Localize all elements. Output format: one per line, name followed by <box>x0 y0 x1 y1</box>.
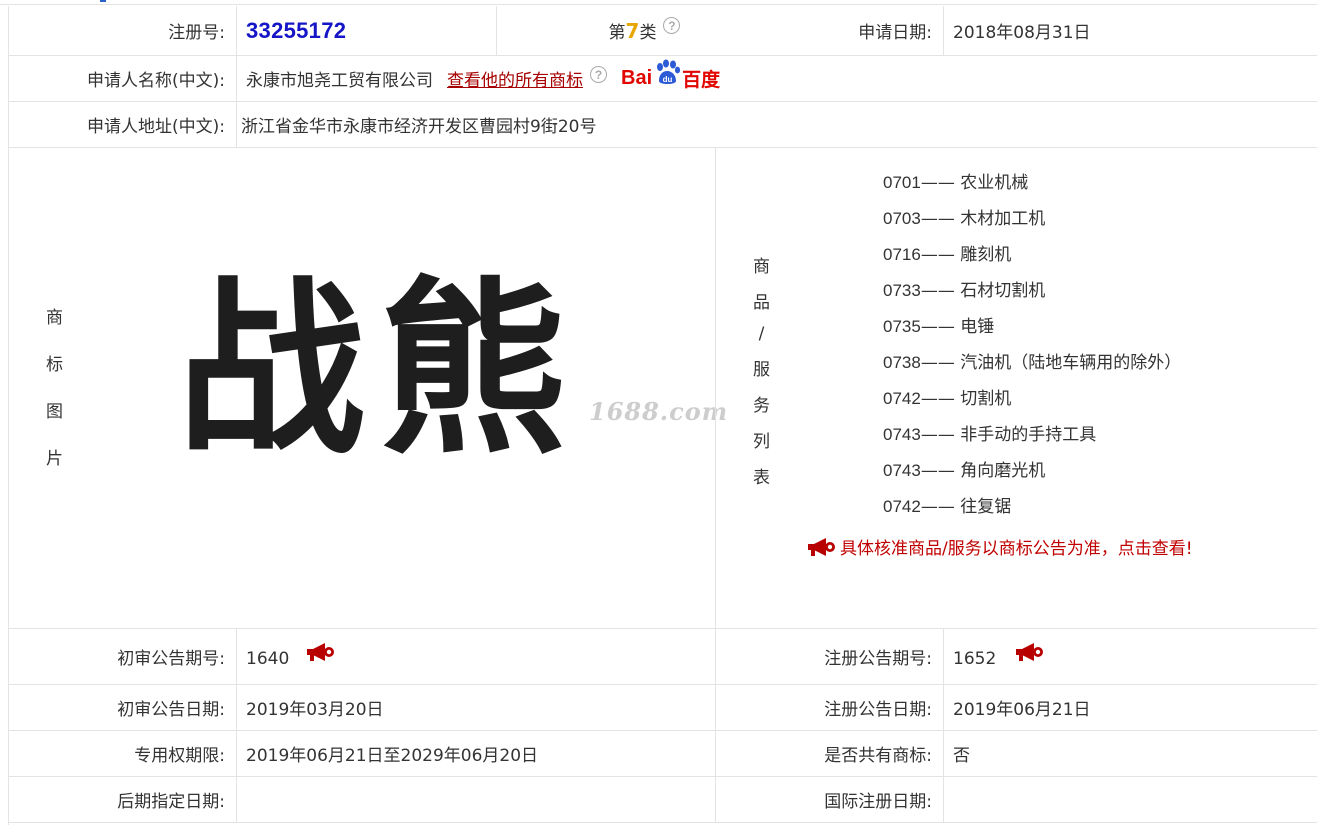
reg-announce-no-label-text: 注册公告期号: <box>824 648 932 669</box>
reg-no-label: 注册号: <box>9 6 236 55</box>
question-circle-icon[interactable]: ? <box>590 65 607 83</box>
applicant-address-label: 申请人地址(中文): <box>9 101 236 147</box>
watermark: 1688.com <box>589 397 729 426</box>
reg-date-cell: 2019年06月21日 <box>943 684 1317 730</box>
trademark-image: 战熊 <box>177 261 581 480</box>
list-item: 0742—— 切割机 <box>883 389 1012 409</box>
list-item: 0716—— 雕刻机 <box>883 245 1012 265</box>
row-applicant-name: 申请人名称(中文): 永康市旭尧工贸有限公司 查看他的所有商标 ? Bai du <box>9 55 1317 102</box>
exclusive-value: 2019年06月21日至2029年06月20日 <box>246 745 539 766</box>
row-exclusive: 专用权期限: 2019年06月21日至2029年06月20日 是否共有商标: 否 <box>9 730 1317 777</box>
list-item: 0701—— 农业机械 <box>883 173 1029 193</box>
prelim-date-value: 2019年03月20日 <box>246 699 384 720</box>
paw-icon: du <box>653 59 681 85</box>
list-item: 0742—— 往复锯 <box>883 497 1012 517</box>
shared-cell: 否 <box>943 730 1317 776</box>
goods-side-label: 商 品 / 服 务 列 表 <box>753 257 770 488</box>
applicant-address-value: 浙江省金华市永康市经济开发区曹园村9街20号 <box>241 116 597 137</box>
applicant-address-label-text: 申请人地址(中文): <box>87 116 225 137</box>
row-registration: 注册号: 33255172 第7类 ? 申请日期: 2018年08月31日 <box>9 6 1317 56</box>
prelim-date-label: 初审公告日期: <box>117 699 225 720</box>
top-border <box>0 0 1317 5</box>
question-circle-icon[interactable]: ? <box>663 17 681 34</box>
prelim-no-cell: 1640 <box>236 628 715 684</box>
apply-date-cell: 2018年08月31日 <box>943 6 1317 55</box>
mark-image-side-label: 商 标 图 片 <box>46 308 63 469</box>
shared-label: 是否共有商标: <box>824 745 932 766</box>
prelim-no-label-text: 初审公告期号: <box>117 648 225 669</box>
row-later: 后期指定日期: 国际注册日期: <box>9 776 1317 823</box>
intl-label: 国际注册日期: <box>824 791 932 812</box>
list-item: 0743—— 非手动的手持工具 <box>883 425 1097 445</box>
later-cell <box>236 776 715 822</box>
reg-announce-no-cell: 1652 <box>943 628 1317 684</box>
list-item: 0743—— 角向磨光机 <box>883 461 1046 481</box>
shared-value: 否 <box>953 745 970 766</box>
reg-date-label: 注册公告日期: <box>824 699 932 720</box>
svg-text:du: du <box>663 75 673 84</box>
row-applicant-address: 申请人地址(中文): 浙江省金华市永康市经济开发区曹园村9街20号 <box>9 101 1317 148</box>
applicant-name-label-text: 申请人名称(中文): <box>87 70 225 91</box>
row-mark-and-goods: 商 标 图 片 战熊 1688.com 商 品 / 服 务 列 表 0701——… <box>9 147 1317 629</box>
class-number: 7 <box>625 18 640 43</box>
class-suffix: 类 <box>639 23 657 43</box>
later-label: 后期指定日期: <box>117 791 225 812</box>
list-item: 0738—— 汽油机（陆地车辆用的除外） <box>883 353 1182 373</box>
reg-no-cell: 33255172 <box>236 6 496 55</box>
reg-date-value: 2019年06月21日 <box>953 699 1091 720</box>
applicant-name-value: 永康市旭尧工贸有限公司 <box>246 70 433 91</box>
class-prefix: 第 <box>608 23 626 43</box>
all-marks-link[interactable]: 查看他的所有商标 <box>447 66 583 91</box>
prelim-no-label: 初审公告期号: <box>9 628 236 684</box>
applicant-name-cell: 永康市旭尧工贸有限公司 查看他的所有商标 ? Bai du 百度 <box>236 55 1317 101</box>
reg-no-label-text: 注册号: <box>168 23 225 43</box>
prelim-date-cell: 2019年03月20日 <box>236 684 715 730</box>
row-announce-date: 初审公告日期: 2019年03月20日 注册公告日期: 2019年06月21日 <box>9 684 1317 731</box>
apply-date-label: 申请日期: <box>716 6 943 55</box>
list-item: 0735—— 电锤 <box>883 317 995 337</box>
reg-announce-no-value: 1652 <box>953 649 997 669</box>
row-announce-no: 初审公告期号: 1640 注册公告期号: 1652 <box>9 628 1317 685</box>
intl-cell <box>943 776 1317 822</box>
megaphone-icon[interactable] <box>305 641 335 663</box>
reg-announce-no-label: 注册公告期号: <box>715 628 943 684</box>
apply-date-value: 2018年08月31日 <box>953 23 1091 43</box>
goods-notice-link[interactable]: 具体核准商品/服务以商标公告为准，点击查看! <box>806 534 1193 559</box>
goods-notice-text: 具体核准商品/服务以商标公告为准，点击查看! <box>840 539 1193 559</box>
baidu-logo[interactable]: Bai du 百度 <box>621 59 721 92</box>
exclusive-label: 专用权期限: <box>134 745 225 766</box>
baidu-logo-zh: 百度 <box>682 69 721 91</box>
megaphone-icon <box>806 536 836 558</box>
list-item: 0703—— 木材加工机 <box>883 209 1046 229</box>
goods-list: 0701—— 农业机械 0703—— 木材加工机 0716—— 雕刻机 0733… <box>883 171 1181 531</box>
reg-no-value: 33255172 <box>246 17 347 43</box>
list-item: 0733—— 石材切割机 <box>883 281 1046 301</box>
trademark-detail-table: 注册号: 33255172 第7类 ? 申请日期: 2018年08月31日 申请… <box>8 6 1317 825</box>
prelim-no-value: 1640 <box>246 649 290 669</box>
top-accent <box>100 0 106 2</box>
baidu-logo-latin: Bai <box>621 66 653 89</box>
apply-date-label-text: 申请日期: <box>858 23 932 43</box>
exclusive-cell: 2019年06月21日至2029年06月20日 <box>236 730 715 776</box>
applicant-name-label: 申请人名称(中文): <box>9 55 236 101</box>
applicant-address-cell: 浙江省金华市永康市经济开发区曹园村9街20号 <box>236 101 1317 147</box>
megaphone-icon[interactable] <box>1014 641 1044 663</box>
